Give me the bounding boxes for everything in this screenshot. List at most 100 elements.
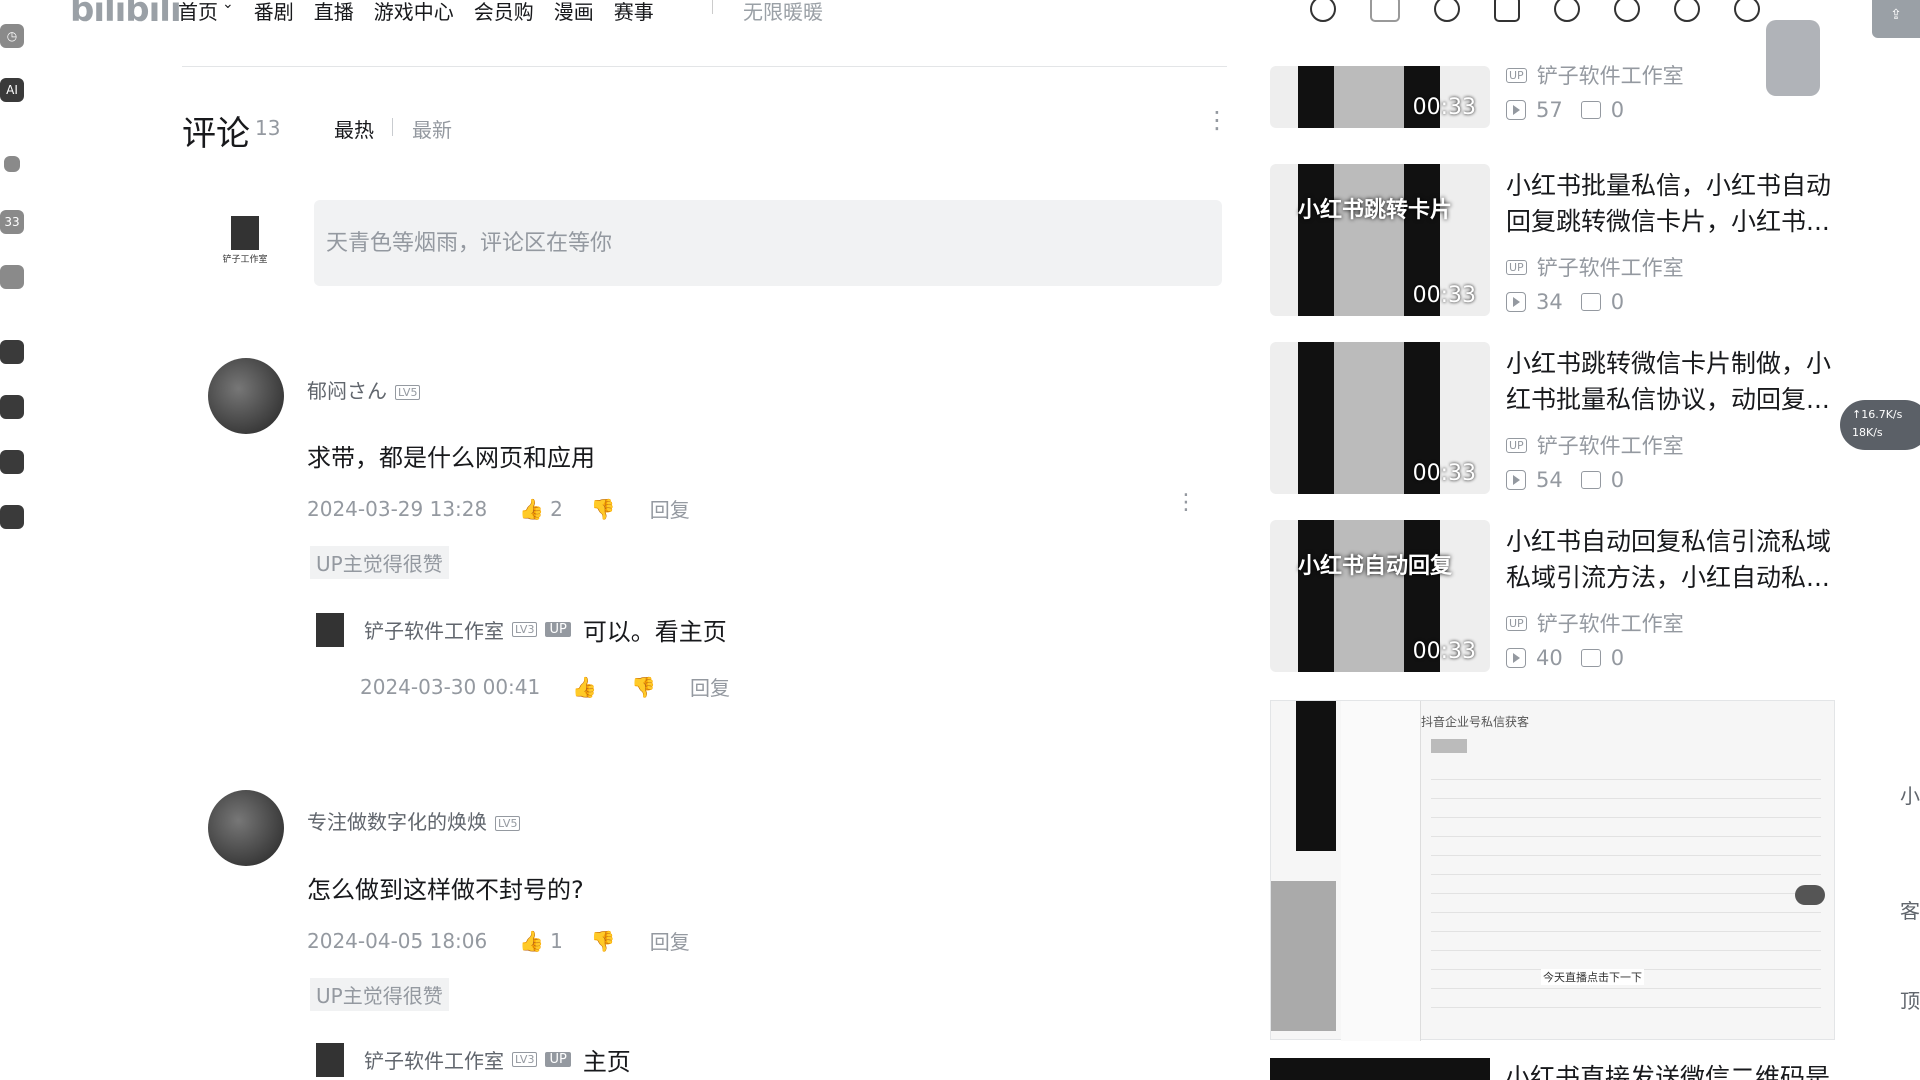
reply-text: 主页 (582, 1048, 631, 1076)
app-icon-2[interactable] (0, 340, 24, 364)
video-author[interactable]: UP 铲子软件工作室 (1506, 252, 1684, 282)
thumbs-down-icon[interactable]: 👎 (591, 929, 616, 953)
video-author[interactable]: UP 铲子软件工作室 (1506, 60, 1684, 90)
avatar[interactable] (316, 612, 344, 647)
video-stats: 34 0 (1506, 290, 1624, 314)
like-count: 2 (550, 496, 563, 521)
avatar[interactable] (208, 358, 284, 434)
video-author[interactable]: UP 铲子软件工作室 (1506, 608, 1684, 638)
play-count-icon (1506, 470, 1526, 490)
sort-new-tab[interactable]: 最新 (412, 114, 452, 143)
nav-game-center[interactable]: 游戏中心 (374, 0, 454, 25)
thumbs-up-icon[interactable]: 👍 (572, 675, 597, 699)
edge-label[interactable]: 小 (1900, 780, 1920, 809)
app-icon-3[interactable] (0, 450, 24, 474)
reply-time: 2024-03-30 00:41 (360, 674, 541, 699)
video-card[interactable]: 小红书跳转卡片 00:33 小红书批量私信，小红书自动回复跳转微信卡片，小红书.… (1270, 164, 1840, 324)
reply-user-name[interactable]: 铲子软件工作室 (364, 1045, 504, 1074)
sort-hot-tab[interactable]: 最热 (334, 114, 374, 143)
avatar[interactable] (316, 1042, 344, 1077)
video-thumbnail[interactable]: 00:33 (1270, 66, 1490, 128)
toggle-switch[interactable] (1795, 885, 1825, 905)
video-title[interactable]: 小红书批量私信，小红书自动回复跳转微信卡片，小红书... (1506, 168, 1836, 240)
floating-logo-icon[interactable] (1766, 20, 1820, 96)
video-card[interactable]: 00:33 UP 铲子软件工作室 57 0 (1270, 0, 1840, 150)
paw-icon[interactable] (4, 156, 20, 172)
video-stats: 40 0 (1506, 646, 1624, 670)
comment-user-name[interactable]: 专注做数字化的焕焕 (307, 810, 487, 834)
badge-icon[interactable]: 33 (0, 210, 24, 234)
comment-user[interactable]: 郁闷さん LV5 (307, 375, 421, 404)
thumbnail-overlay-text: 小红书跳转卡片 (1298, 198, 1453, 223)
globe-icon[interactable] (0, 395, 24, 419)
preview-strip (1271, 881, 1336, 1031)
comment-user[interactable]: 专注做数字化的焕焕 LV5 (307, 806, 521, 835)
back-to-top-button[interactable]: 顶 (1900, 985, 1920, 1014)
video-thumbnail[interactable]: 小红书自动回复 00:33 (1270, 520, 1490, 672)
video-card[interactable]: 00:33 小红书跳转微信卡片制做，小红书批量私信协议，动回复... UP 铲子软… (1270, 342, 1840, 502)
sort-divider (392, 118, 393, 136)
comment-more-icon[interactable]: ⋮ (1175, 490, 1197, 515)
preview-sidebar (1341, 701, 1421, 1041)
play-count-icon (1506, 292, 1526, 312)
comment-time: 2024-04-05 18:06 (307, 928, 488, 953)
video-title[interactable]: 小红书直接发送微信二维码是 (1505, 1058, 1830, 1080)
thumbs-down-icon[interactable]: 👎 (591, 497, 616, 521)
app-icon-4[interactable] (0, 505, 24, 529)
comment-input[interactable] (314, 200, 1222, 286)
upload-button[interactable]: ⇪ (1872, 0, 1920, 38)
reply-meta: 2024-03-30 00:41 👍 👎 回复 (360, 672, 730, 701)
nav-vip-shop[interactable]: 会员购 (474, 0, 534, 25)
avatar[interactable] (208, 790, 284, 866)
video-author-name[interactable]: 铲子软件工作室 (1537, 430, 1684, 460)
edge-label[interactable]: 客 (1900, 895, 1920, 924)
up-badge: UP (1506, 259, 1527, 275)
play-count: 34 (1536, 290, 1563, 314)
video-title[interactable]: 小红书自动回复私信引流私域私域引流方法，小红自动私... (1506, 524, 1836, 596)
reply-text: 可以。看主页 (582, 618, 727, 646)
thumbs-up-icon[interactable]: 👍 (519, 497, 544, 521)
up-badge: UP (1506, 615, 1527, 631)
nav-events[interactable]: 赛事 (614, 0, 654, 25)
video-stats: 57 0 (1506, 98, 1624, 122)
video-card[interactable]: 小红书自动回复 00:33 小红书自动回复私信引流私域私域引流方法，小红自动私.… (1270, 520, 1840, 680)
thumbs-up-icon[interactable]: 👍 (519, 929, 544, 953)
video-preview[interactable]: 抖音企业号私信获客 今天直播点击下一下 (1270, 700, 1835, 1041)
reply-button[interactable]: 回复 (650, 494, 690, 523)
video-author[interactable]: UP 铲子软件工作室 (1506, 430, 1684, 460)
more-icon[interactable]: ⋮ (1205, 108, 1229, 132)
comments-count: 13 (255, 116, 281, 140)
thumbs-down-icon[interactable]: 👎 (631, 675, 656, 699)
search-hint[interactable]: 无限暖暖 (743, 0, 823, 25)
video-thumbnail[interactable]: 小红书跳转卡片 00:33 (1270, 164, 1490, 316)
video-thumbnail[interactable] (1270, 1058, 1490, 1080)
app-icon[interactable] (0, 265, 24, 289)
reply-button[interactable]: 回复 (650, 926, 690, 955)
comment-user-name[interactable]: 郁闷さん (307, 379, 387, 403)
divider (182, 66, 1227, 67)
reply-user-name[interactable]: 铲子软件工作室 (364, 615, 504, 644)
bilibili-logo[interactable]: bilibili (70, 0, 182, 30)
chevron-down-icon[interactable]: ⌄ (222, 0, 234, 25)
comment-input-box[interactable] (314, 200, 1222, 286)
reply-button[interactable]: 回复 (690, 672, 730, 701)
video-title[interactable]: 小红书跳转微信卡片制做，小红书批量私信协议，动回复... (1506, 346, 1836, 418)
danmaku-icon (1580, 471, 1601, 489)
level-badge: LV3 (512, 622, 538, 637)
nav-live[interactable]: 直播 (314, 0, 354, 25)
nav-home[interactable]: 首页 (178, 0, 218, 25)
video-author-name[interactable]: 铲子软件工作室 (1537, 60, 1684, 90)
upload-speed: ↑16.7K/s (1852, 408, 1903, 421)
nav-manga[interactable]: 漫画 (554, 0, 594, 25)
play-count: 54 (1536, 468, 1563, 492)
clock-icon[interactable]: ◷ (0, 24, 24, 48)
video-author-name[interactable]: 铲子软件工作室 (1537, 608, 1684, 638)
preview-button (1431, 739, 1467, 753)
video-thumbnail[interactable]: 00:33 (1270, 342, 1490, 494)
comment-meta: 2024-03-29 13:28 👍 2 👎 回复 (307, 494, 690, 523)
self-avatar[interactable]: 铲子工作室 (222, 212, 268, 268)
video-author-name[interactable]: 铲子软件工作室 (1537, 252, 1684, 282)
ai-icon[interactable]: AI (0, 78, 24, 102)
nav-anime[interactable]: 番剧 (254, 0, 294, 25)
comment-meta: 2024-04-05 18:06 👍 1 👎 回复 (307, 926, 690, 955)
